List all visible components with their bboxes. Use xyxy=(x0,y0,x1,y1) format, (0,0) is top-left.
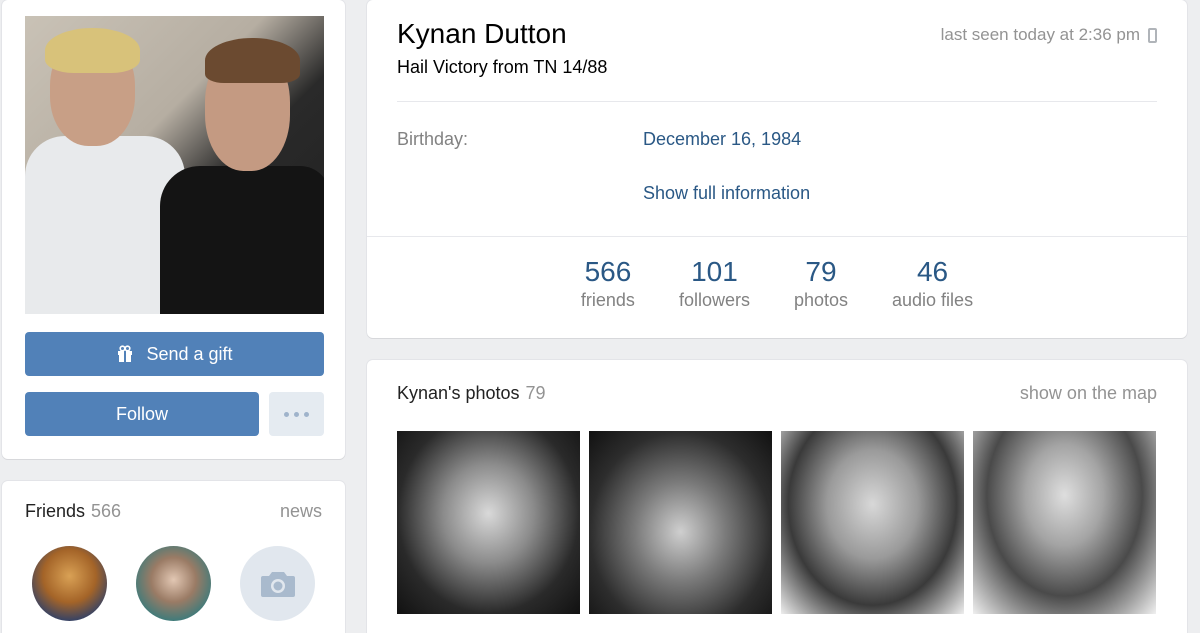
friend-avatar[interactable] xyxy=(32,546,107,621)
photo-thumbnail[interactable] xyxy=(397,431,580,614)
more-icon-dot xyxy=(304,411,309,417)
last-seen: last seen today at 2:36 pm xyxy=(941,25,1157,45)
phone-icon xyxy=(1148,27,1157,43)
photo-thumbnail[interactable] xyxy=(781,431,964,614)
profile-info-card: Kynan Dutton Hail Victory from TN 14/88 … xyxy=(367,0,1187,338)
show-on-map-link[interactable]: show on the map xyxy=(1020,383,1157,404)
divider xyxy=(397,101,1157,102)
counter-label: photos xyxy=(793,290,849,310)
photo-thumbnail[interactable] xyxy=(973,431,1156,614)
counter-value: 79 xyxy=(805,256,837,287)
birthday-label: Birthday: xyxy=(397,129,469,149)
friends-count: 566 xyxy=(91,501,122,521)
counter-value: 566 xyxy=(584,256,632,287)
counter-value: 46 xyxy=(916,256,949,287)
profile-counters: 566 friends 101 followers 79 photos 46 a… xyxy=(367,256,1187,311)
friends-title-label: Friends xyxy=(25,501,86,521)
photos-count: 79 xyxy=(525,383,546,403)
counter-audio[interactable]: 46 audio files xyxy=(870,256,995,311)
birthday-value[interactable]: December 16, 1984 xyxy=(643,129,801,150)
last-seen-text: last seen today at 2:36 pm xyxy=(940,25,1140,44)
profile-photo[interactable] xyxy=(25,16,324,314)
counter-label: audio files xyxy=(892,290,974,310)
photos-title-label: Kynan's photos xyxy=(397,383,520,403)
more-icon xyxy=(284,411,289,417)
counter-label: friends xyxy=(580,290,635,310)
gift-icon xyxy=(116,345,134,363)
counter-friends[interactable]: 566 friends xyxy=(559,256,657,311)
follow-button[interactable]: Follow xyxy=(25,392,259,436)
follow-label: Follow xyxy=(115,403,168,424)
profile-status: Hail Victory from TN 14/88 xyxy=(397,57,608,77)
more-actions-button[interactable] xyxy=(269,392,324,436)
photo-thumbnail[interactable] xyxy=(589,431,772,614)
photos-card: Kynan's photos 79 show on the map xyxy=(367,360,1187,633)
profile-name: Kynan Dutton xyxy=(397,18,567,49)
counter-photos[interactable]: 79 photos xyxy=(772,256,870,311)
counter-value: 101 xyxy=(691,256,738,287)
friends-card: Friends 566 news xyxy=(2,481,345,633)
show-full-info-link[interactable]: Show full information xyxy=(643,183,810,204)
counter-followers[interactable]: 101 followers xyxy=(657,256,772,311)
send-gift-label: Send a gift xyxy=(146,343,233,364)
avatar-card: Send a gift Follow xyxy=(2,0,345,459)
friend-avatar-placeholder[interactable] xyxy=(240,546,315,621)
friend-avatar[interactable] xyxy=(136,546,211,621)
camera-icon xyxy=(260,571,295,597)
counter-label: followers xyxy=(678,290,750,310)
photos-title[interactable]: Kynan's photos 79 xyxy=(397,383,546,404)
more-icon-dot xyxy=(294,411,299,417)
friends-news-link[interactable]: news xyxy=(280,501,322,522)
send-gift-button[interactable]: Send a gift xyxy=(25,332,324,376)
divider xyxy=(367,236,1187,237)
friends-title[interactable]: Friends 566 xyxy=(25,501,121,522)
